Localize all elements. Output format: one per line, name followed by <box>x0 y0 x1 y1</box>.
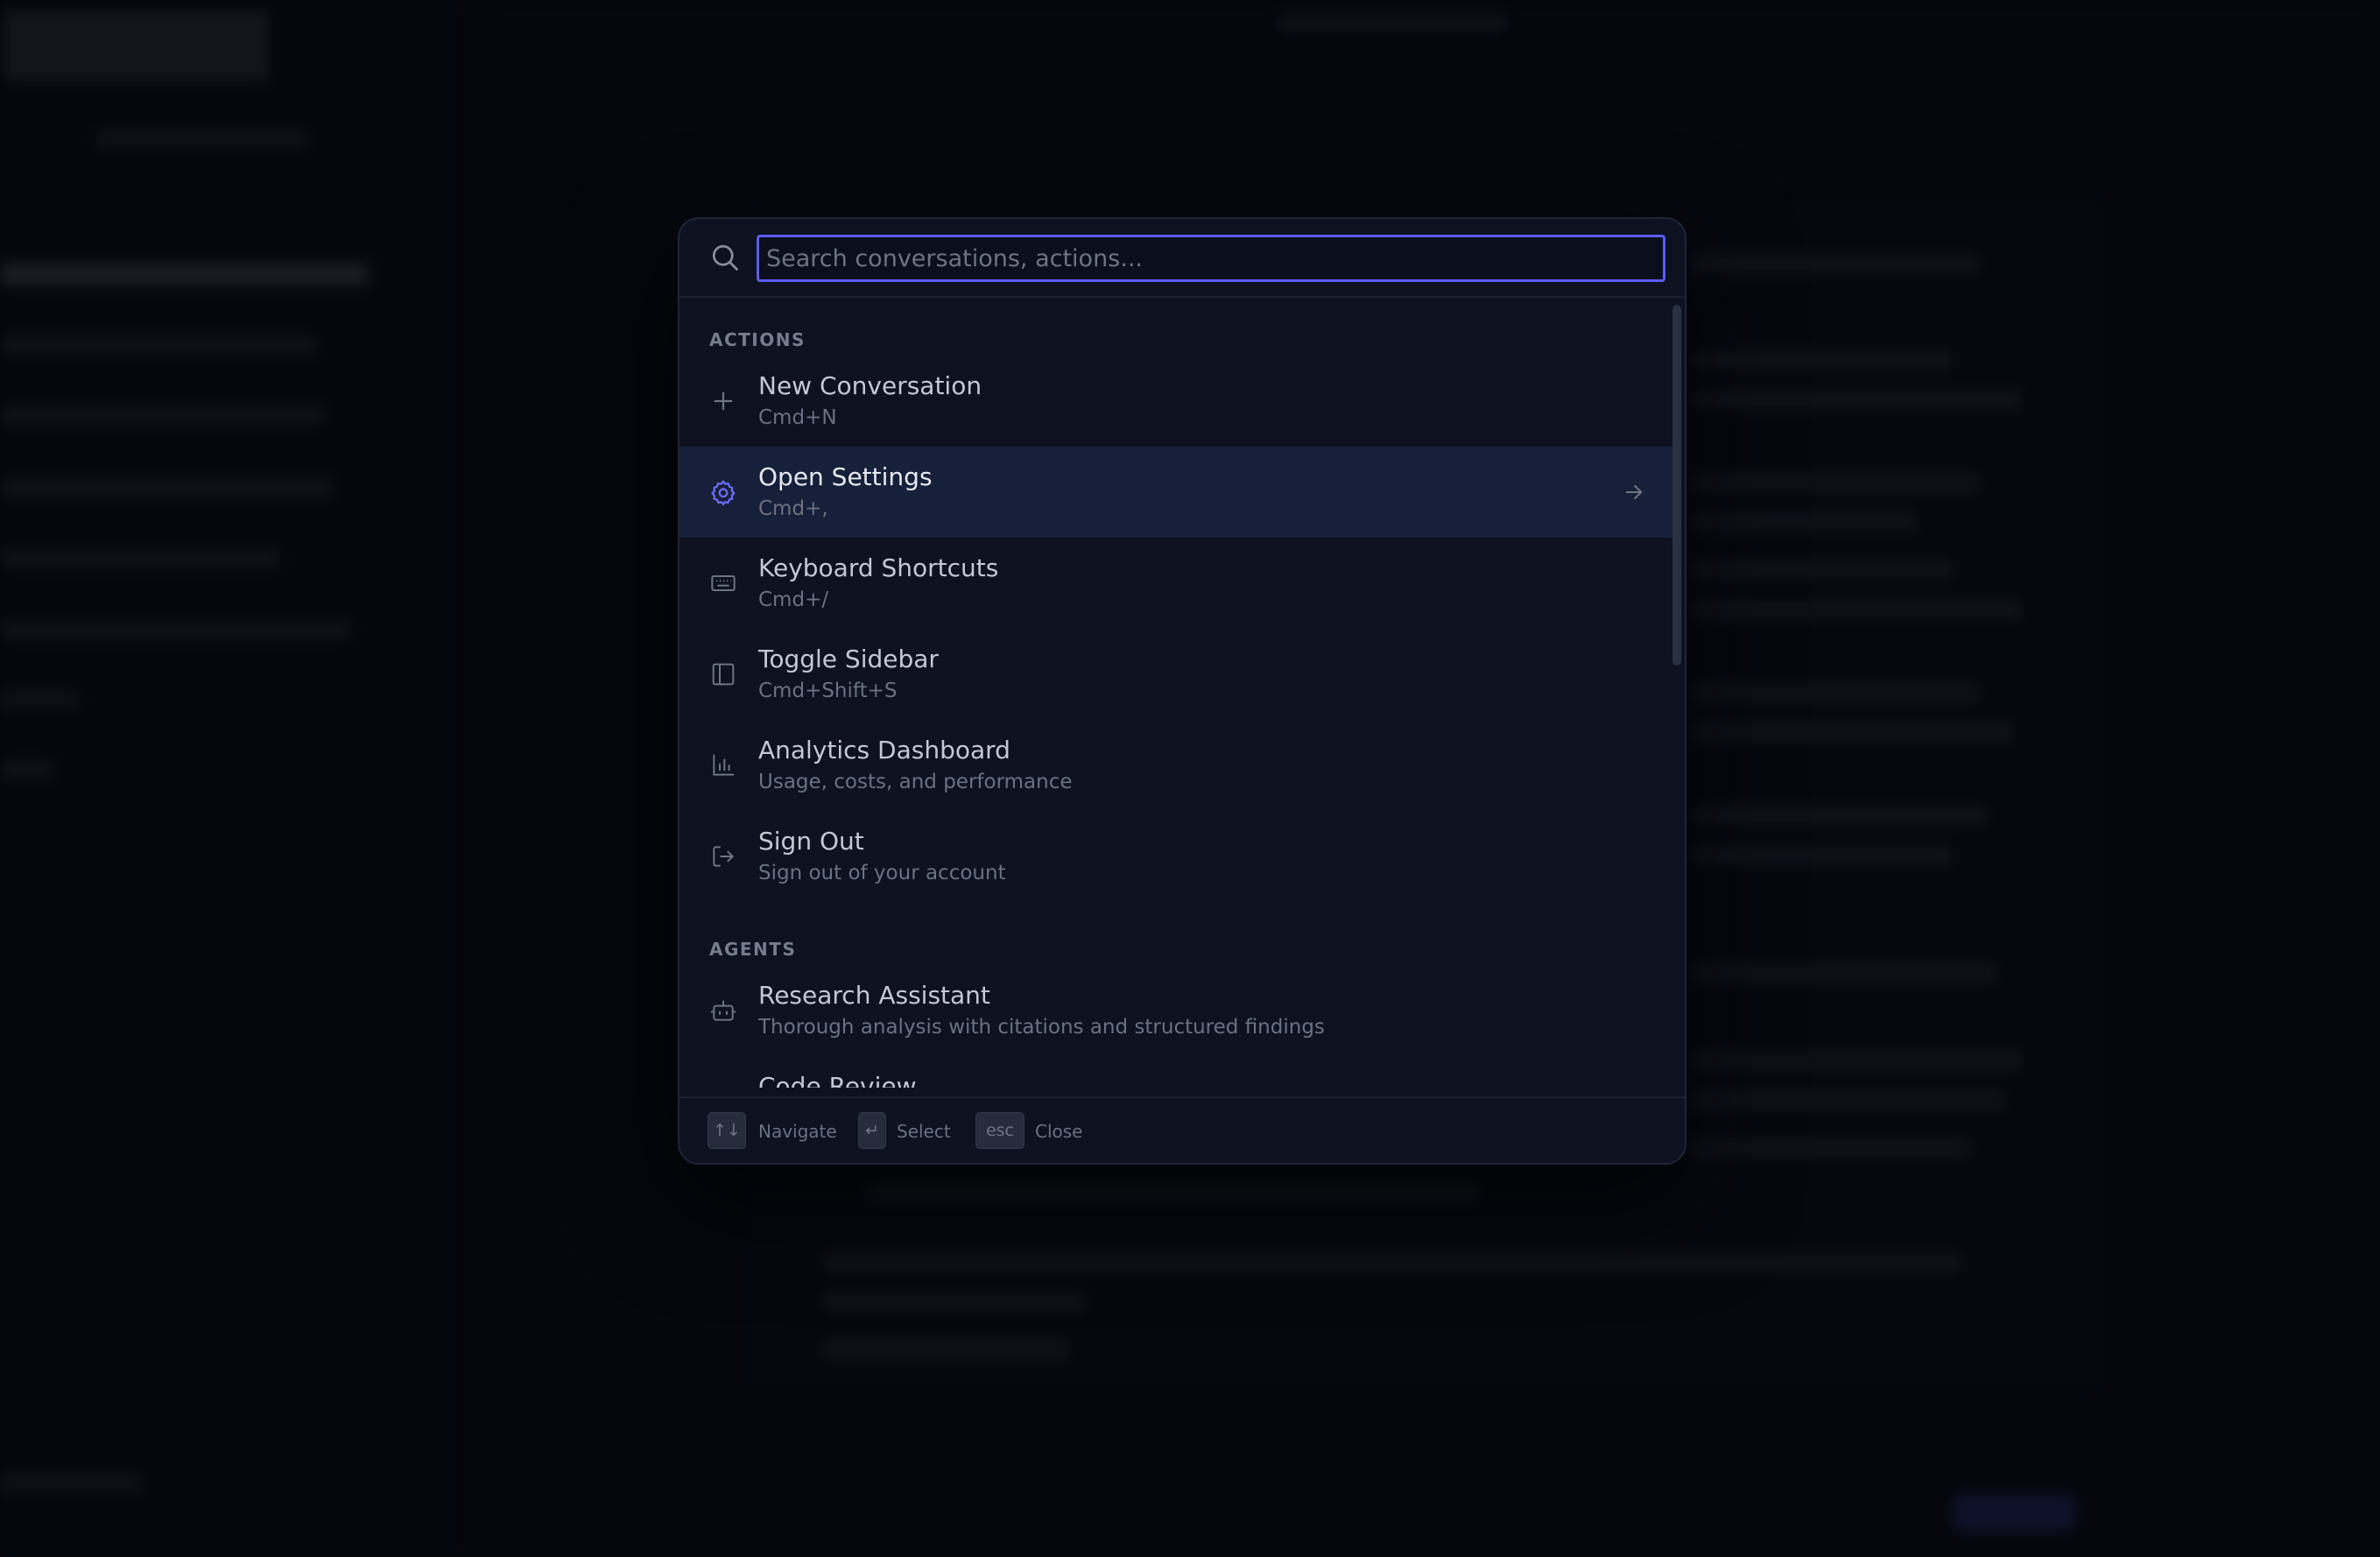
gear-icon <box>711 480 736 505</box>
command-title: Toggle Sidebar <box>758 645 939 673</box>
command-title: Analytics Dashboard <box>758 736 1010 764</box>
command-title: Sign Out <box>758 827 864 856</box>
logout-icon <box>713 846 734 867</box>
command-item-new-conversation[interactable]: New Conversation Cmd+N <box>679 356 1674 447</box>
command-item-sign-out[interactable]: Sign Out Sign out of your account <box>679 811 1674 902</box>
select-hint: Select <box>897 1121 951 1142</box>
navigate-key: ↑↓ <box>708 1112 746 1149</box>
command-shortcut: Cmd+N <box>758 406 837 429</box>
command-item-code-review[interactable]: Code Review <box>679 1056 1674 1088</box>
command-title: Code Review <box>758 1072 917 1088</box>
command-list[interactable]: ACTIONS New Conversation Cmd+N Open Sett… <box>679 299 1674 1088</box>
bot-icon <box>710 1000 736 1021</box>
command-title: New Conversation <box>758 371 982 400</box>
command-description: Sign out of your account <box>758 862 1006 884</box>
close-hint: Close <box>1035 1121 1083 1142</box>
command-item-toggle-sidebar[interactable]: Toggle Sidebar Cmd+Shift+S <box>679 629 1674 720</box>
command-shortcut: Cmd+, <box>758 497 828 520</box>
command-item-keyboard-shortcuts[interactable]: Keyboard Shortcuts Cmd+/ <box>679 538 1674 629</box>
section-label-agents: AGENTS <box>709 939 797 960</box>
navigate-hint: Navigate <box>758 1121 837 1142</box>
arrow-right-icon <box>1625 484 1643 500</box>
select-key: ↵ <box>858 1112 886 1149</box>
command-description: Thorough analysis with citations and str… <box>758 1016 1325 1039</box>
bar-chart-icon <box>713 754 735 776</box>
command-shortcut: Cmd+Shift+S <box>758 680 898 702</box>
section-label-actions: ACTIONS <box>709 329 806 350</box>
command-description: Usage, costs, and performance <box>758 771 1073 793</box>
command-title: Keyboard Shortcuts <box>758 553 999 582</box>
palette-footer: ↑↓ Navigate ↵ Select esc Close <box>679 1096 1685 1163</box>
search-input[interactable] <box>757 235 1665 282</box>
command-item-research-assistant[interactable]: Research Assistant Thorough analysis wit… <box>679 965 1674 1056</box>
plus-icon <box>714 391 733 411</box>
keyboard-icon <box>711 575 736 591</box>
command-palette: ACTIONS New Conversation Cmd+N Open Sett… <box>678 217 1686 1165</box>
command-item-analytics-dashboard[interactable]: Analytics Dashboard Usage, costs, and pe… <box>679 720 1674 811</box>
sidebar-icon <box>712 663 735 686</box>
command-shortcut: Cmd+/ <box>758 588 829 611</box>
command-title: Open Settings <box>758 462 933 491</box>
search-row <box>679 219 1685 298</box>
list-scrollbar-thumb[interactable] <box>1672 305 1681 666</box>
search-icon <box>712 244 738 271</box>
command-item-open-settings[interactable]: Open Settings Cmd+, <box>679 447 1674 538</box>
command-title: Research Assistant <box>758 981 990 1010</box>
close-key: esc <box>975 1112 1025 1149</box>
